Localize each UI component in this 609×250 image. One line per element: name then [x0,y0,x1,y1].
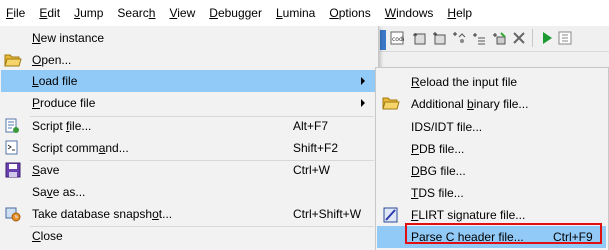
flirt-signature-icon [382,206,400,224]
menu-file[interactable]: File [0,0,32,26]
menu-item-script-file[interactable]: Script file... Alt+F7 [1,115,376,137]
ida-screen: File Edit Jump Search View Debugger Lumi… [0,0,609,250]
submenu-item-tds[interactable]: TDS file... [377,182,606,204]
toolbar: code [380,26,609,52]
menu-item-open[interactable]: Open... [1,49,376,71]
menu-options[interactable]: Options [322,0,377,26]
data-icon[interactable] [412,31,426,45]
shortcut: Ctrl+F9 [553,230,593,244]
submenu-arrow-icon [361,99,365,107]
toolbar-separator [532,29,533,47]
menu-lumina[interactable]: Lumina [269,0,322,26]
submenu-item-pdb[interactable]: PDB file... [377,138,606,160]
view-tab-strip [380,30,386,50]
menu-bar: File Edit Jump Search View Debugger Lumi… [0,0,609,27]
shortcut: Alt+F7 [293,119,329,133]
submenu-item-dbg[interactable]: DBG file... [377,160,606,182]
menu-search[interactable]: Search [110,0,162,26]
svg-text:code: code [392,36,404,43]
script-command-icon [4,139,22,157]
enum-icon[interactable] [472,31,486,45]
debugger-select-icon[interactable] [558,31,572,45]
rename-icon[interactable] [492,31,506,45]
menu-item-close[interactable]: Close [1,225,376,247]
submenu-arrow-icon [361,77,365,85]
shortcut: Ctrl+W [293,163,330,177]
submenu-item-parse-c-header[interactable]: Parse C header file... Ctrl+F9 [377,226,606,248]
submenu-item-ids-idt[interactable]: IDS/IDT file... [377,116,606,138]
menu-item-load-file[interactable]: Load file [1,70,376,92]
menu-item-save-as[interactable]: Save as... [1,181,376,203]
menu-view[interactable]: View [162,0,202,26]
menu-edit[interactable]: Edit [32,0,67,26]
menu-item-script-command[interactable]: Script command... Shift+F2 [1,137,376,159]
menu-item-take-snapshot[interactable]: Take database snapshot... Ctrl+Shift+W [1,203,376,225]
menu-debugger[interactable]: Debugger [202,0,269,26]
submenu-item-additional-binary[interactable]: Additional binary file... [377,93,606,115]
file-menu: New instance Open... Load file Produce f… [0,26,379,250]
struct-icon[interactable] [452,31,466,45]
menu-windows[interactable]: Windows [378,0,441,26]
script-file-icon [4,117,22,135]
submenu-item-flirt[interactable]: FLIRT signature file... [377,204,606,226]
load-file-submenu: Reload the input file Additional binary … [375,67,609,250]
submenu-item-reload[interactable]: Reload the input file [377,71,606,93]
open-folder-icon [4,51,22,69]
save-icon [4,161,22,179]
snapshot-icon [4,205,22,223]
menu-jump[interactable]: Jump [67,0,110,26]
menu-item-produce-file[interactable]: Produce file [1,92,376,114]
open-folder-icon [382,95,400,113]
shortcut: Shift+F2 [293,141,339,155]
menu-item-save[interactable]: Save Ctrl+W [1,159,376,181]
delete-icon[interactable] [512,31,526,45]
shortcut: Ctrl+Shift+W [293,207,362,221]
code-icon[interactable]: code [390,31,404,45]
array-icon[interactable] [432,31,446,45]
menu-item-new-instance[interactable]: New instance [1,27,376,49]
menu-help[interactable]: Help [440,0,479,26]
play-icon[interactable] [540,31,554,45]
